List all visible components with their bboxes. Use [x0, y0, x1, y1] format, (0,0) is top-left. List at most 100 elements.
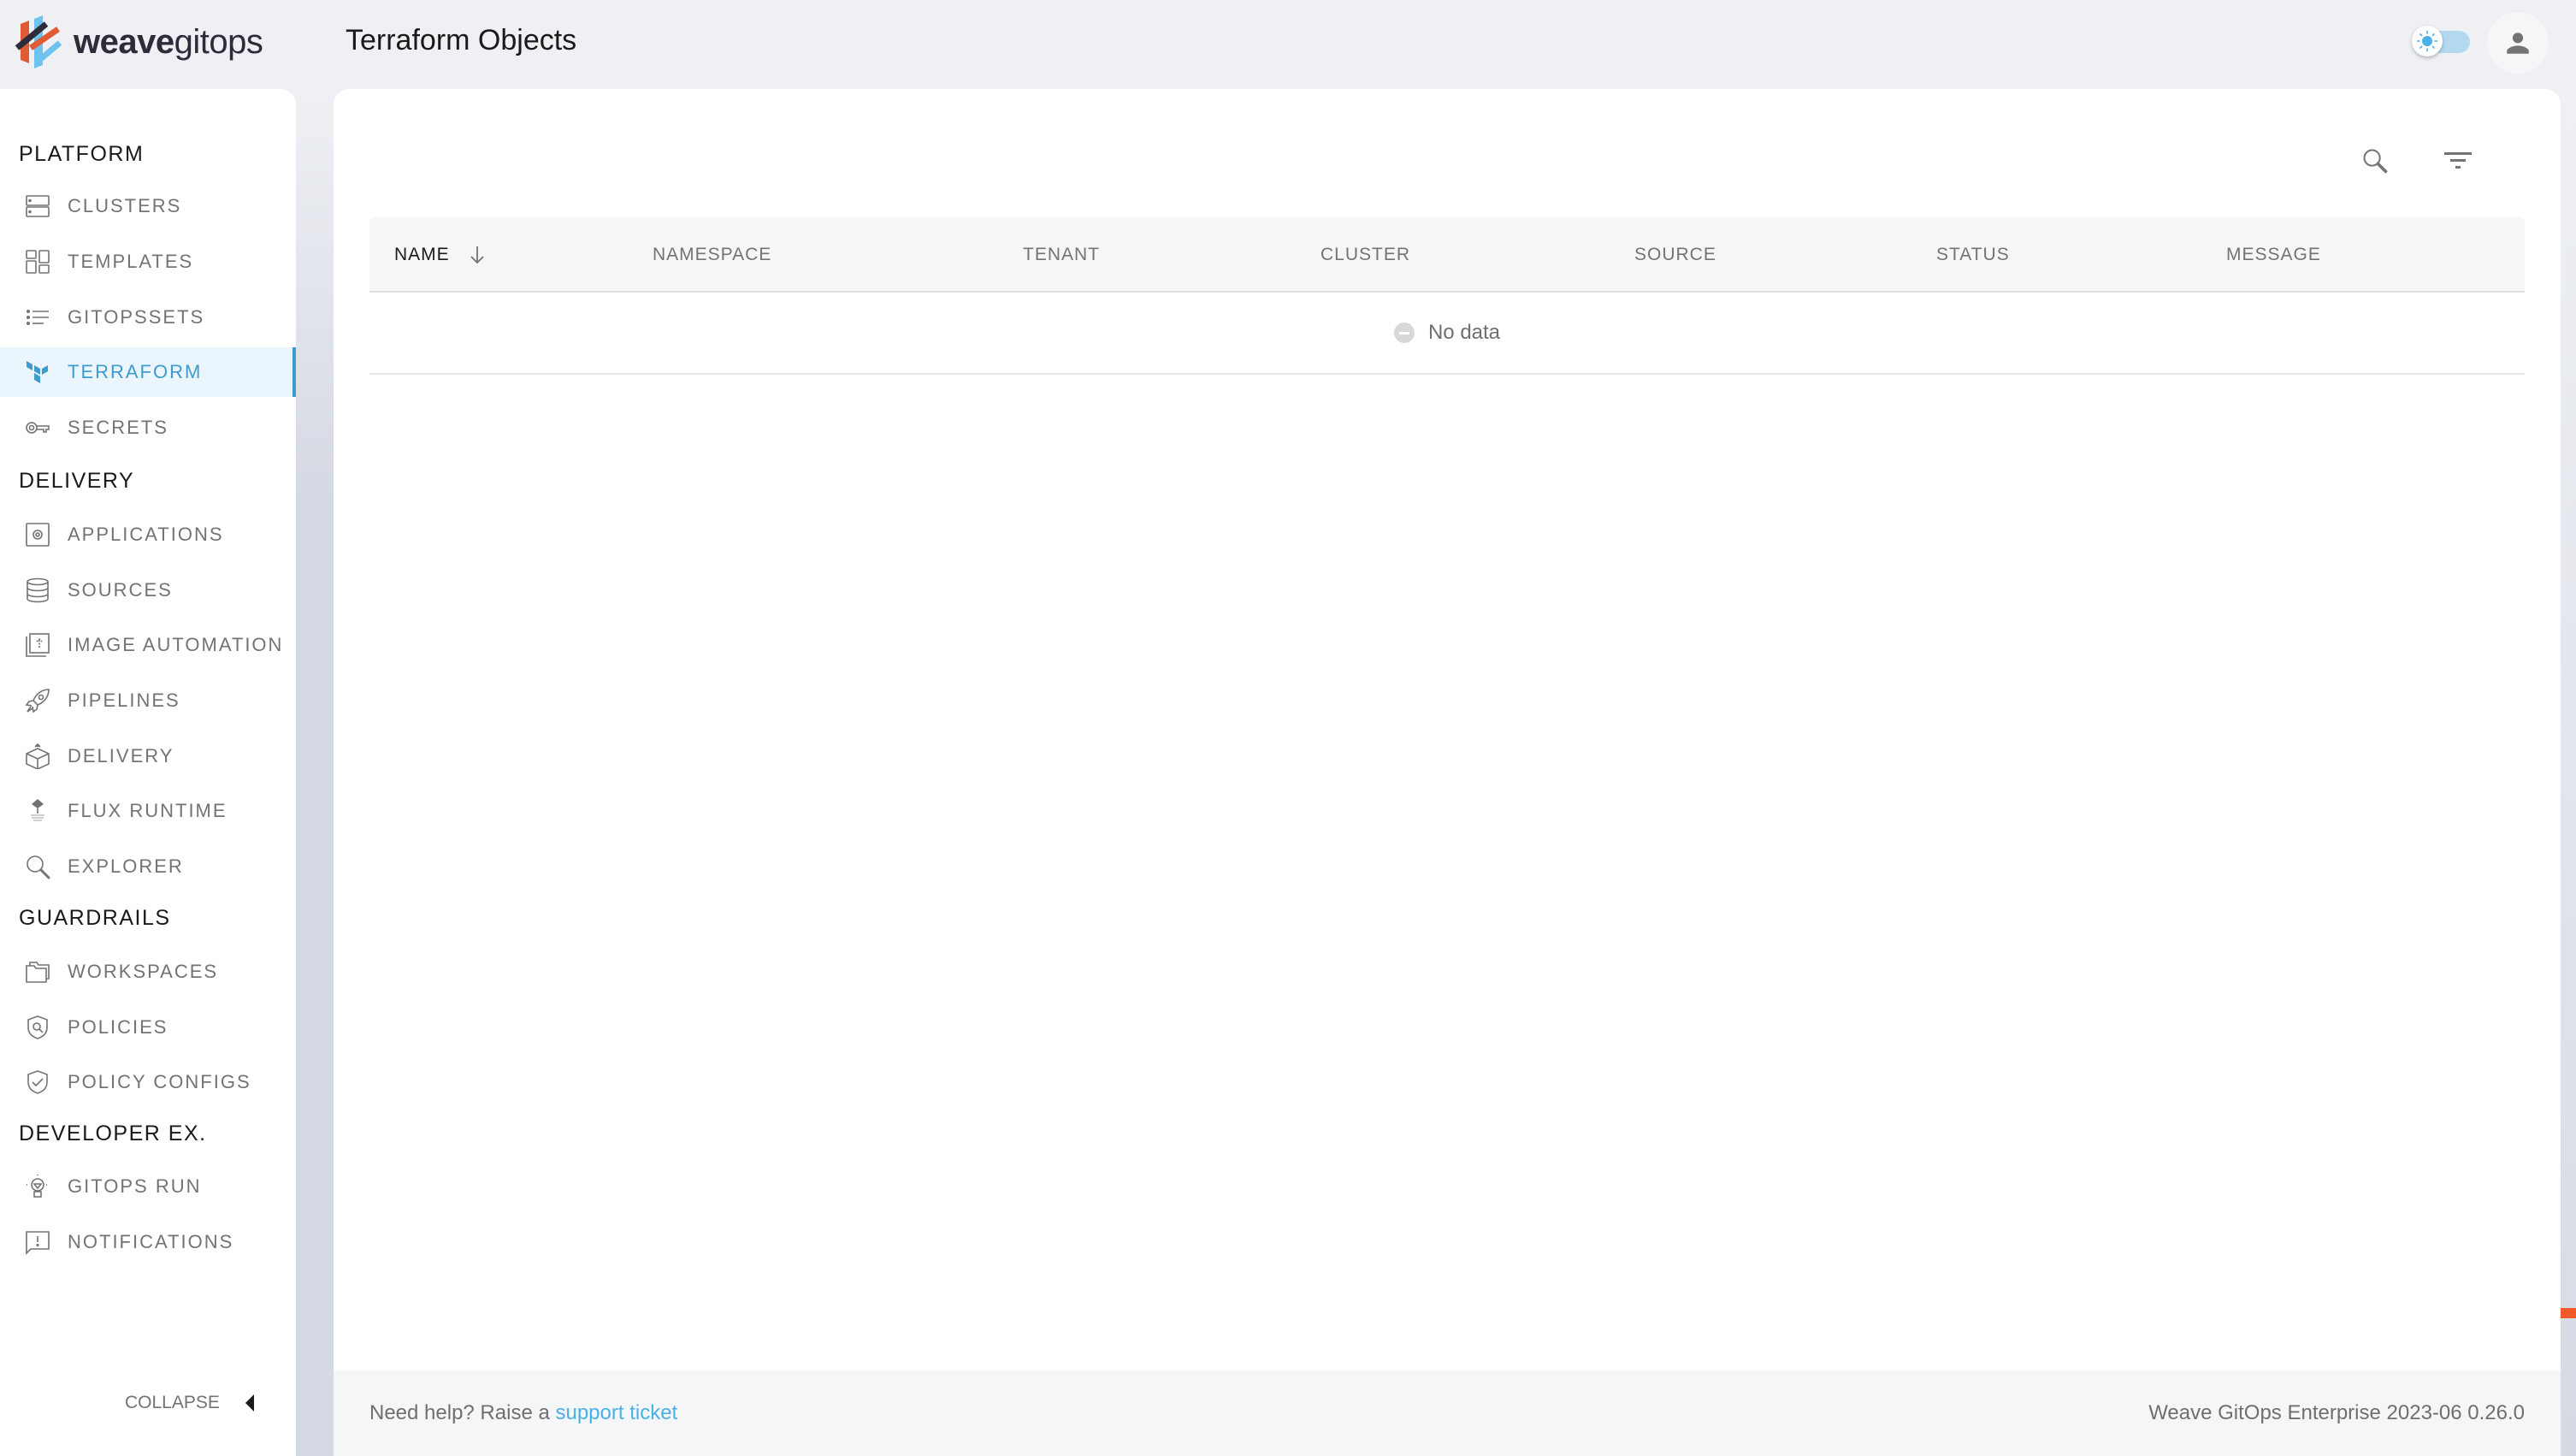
- theme-toggle[interactable]: [2412, 26, 2470, 56]
- background-decoration: [2561, 89, 2576, 1456]
- shield-check-icon: [24, 1068, 51, 1096]
- section-title-delivery: DELIVERY: [19, 469, 135, 493]
- help-text: Need help? Raise a support ticket: [369, 1401, 677, 1425]
- sidebar-item-label: WORKSPACES: [68, 961, 219, 982]
- column-label: STATUS: [1936, 245, 2010, 264]
- sidebar-item-pipelines[interactable]: PIPELINES: [0, 676, 296, 725]
- sidebar-item-delivery[interactable]: DELIVERY: [0, 731, 296, 781]
- clusters-icon: [24, 192, 51, 220]
- terraform-icon: [24, 358, 51, 386]
- footer: Need help? Raise a support ticket Weave …: [334, 1370, 2561, 1456]
- sidebar-item-label: IMAGE AUTOMATION: [68, 634, 284, 655]
- logo-text: weavegitops: [74, 22, 263, 61]
- column-label: CLUSTER: [1320, 245, 1411, 264]
- toggle-thumb: [2412, 26, 2443, 56]
- column-header-cluster[interactable]: CLUSTER: [1320, 217, 1410, 293]
- empty-circle-icon: [1393, 323, 1415, 343]
- sidebar: PLATFORM CLUSTERS TEMPLATES GITOPSSETS T…: [0, 89, 296, 1456]
- sun-icon: [2416, 30, 2438, 52]
- column-header-source[interactable]: SOURCE: [1634, 217, 1716, 293]
- sidebar-item-image-automation[interactable]: IMAGE AUTOMATION: [0, 620, 296, 670]
- table-header: NAME NAMESPACE TENANT CLUSTER SOURCE STA…: [369, 217, 2525, 293]
- sidebar-item-label: CLUSTERS: [68, 195, 182, 216]
- list-icon: [24, 304, 51, 331]
- filter-button[interactable]: [2437, 140, 2479, 181]
- sidebar-item-templates[interactable]: TEMPLATES: [0, 237, 296, 287]
- sidebar-item-policy-configs[interactable]: POLICY CONFIGS: [0, 1057, 296, 1107]
- sidebar-item-gitopssets[interactable]: GITOPSSETS: [0, 293, 296, 342]
- flux-icon: [24, 797, 51, 825]
- sidebar-item-label: EXPLORER: [68, 855, 184, 877]
- section-title-guardrails: GUARDRAILS: [19, 906, 171, 930]
- database-icon: [24, 577, 51, 604]
- search-icon: [24, 853, 51, 880]
- weave-logo-icon: [15, 15, 62, 68]
- search-icon: [2363, 149, 2388, 174]
- sidebar-item-gitops-run[interactable]: GITOPS RUN: [0, 1162, 296, 1211]
- sidebar-item-label: GITOPS RUN: [68, 1175, 202, 1197]
- filter-icon: [2444, 152, 2472, 169]
- notification-icon: [24, 1228, 51, 1256]
- no-data-message: No data: [1393, 321, 1501, 345]
- sidebar-item-secrets[interactable]: SECRETS: [0, 403, 296, 453]
- key-icon: [24, 414, 51, 441]
- lightbulb-icon: [24, 1173, 51, 1200]
- sidebar-item-label: DELIVERY: [68, 745, 174, 766]
- sidebar-item-label: POLICY CONFIGS: [68, 1071, 251, 1092]
- sidebar-item-notifications[interactable]: NOTIFICATIONS: [0, 1217, 296, 1267]
- rocket-icon: [24, 687, 51, 714]
- search-button[interactable]: [2354, 140, 2396, 181]
- column-header-message[interactable]: MESSAGE: [2226, 217, 2321, 293]
- section-title-platform: PLATFORM: [19, 142, 145, 166]
- decoration-accent: [2561, 1308, 2576, 1318]
- help-prefix: Need help? Raise a: [369, 1401, 556, 1424]
- sidebar-item-label: NOTIFICATIONS: [68, 1231, 234, 1252]
- column-header-status[interactable]: STATUS: [1936, 217, 2010, 293]
- sidebar-item-clusters[interactable]: CLUSTERS: [0, 181, 296, 231]
- image-automation-icon: [24, 631, 51, 659]
- page-title: Terraform Objects: [346, 24, 577, 56]
- sidebar-item-label: SOURCES: [68, 579, 173, 601]
- column-label: SOURCE: [1634, 245, 1716, 264]
- sidebar-gap: [296, 89, 334, 1456]
- column-header-tenant[interactable]: TENANT: [1023, 217, 1100, 293]
- column-label: NAME: [394, 245, 450, 264]
- no-data-text: No data: [1427, 321, 1501, 344]
- sidebar-item-policies[interactable]: POLICIES: [0, 1003, 296, 1052]
- chevron-left-icon: [245, 1394, 254, 1412]
- sidebar-item-terraform[interactable]: TERRAFORM: [0, 347, 296, 397]
- sidebar-item-label: SECRETS: [68, 417, 168, 438]
- templates-icon: [24, 248, 51, 275]
- user-account-button[interactable]: [2487, 12, 2549, 74]
- column-label: TENANT: [1023, 245, 1100, 264]
- sidebar-item-label: POLICIES: [68, 1016, 168, 1038]
- table-empty-row: No data: [369, 293, 2525, 375]
- sidebar-item-label: PIPELINES: [68, 690, 180, 711]
- sidebar-item-label: TERRAFORM: [68, 361, 203, 382]
- weave-gitops-logo[interactable]: weavegitops: [12, 15, 263, 68]
- column-label: NAMESPACE: [653, 245, 772, 264]
- account-icon: [2507, 33, 2529, 54]
- section-title-developer-ex: DEVELOPER EX.: [19, 1122, 207, 1145]
- sidebar-item-workspaces[interactable]: WORKSPACES: [0, 947, 296, 997]
- arrow-down-icon[interactable]: [469, 245, 486, 265]
- support-ticket-link[interactable]: support ticket: [555, 1401, 677, 1424]
- version-text: Weave GitOps Enterprise 2023-06 0.26.0: [2148, 1401, 2525, 1424]
- sidebar-item-label: TEMPLATES: [68, 251, 194, 272]
- sidebar-item-label: GITOPSSETS: [68, 306, 205, 328]
- sidebar-item-explorer[interactable]: EXPLORER: [0, 842, 296, 891]
- shield-search-icon: [24, 1014, 51, 1041]
- sidebar-item-applications[interactable]: APPLICATIONS: [0, 510, 296, 559]
- collapse-label: COLLAPSE: [125, 1393, 220, 1412]
- column-label: MESSAGE: [2226, 245, 2321, 264]
- applications-icon: [24, 521, 51, 548]
- terraform-objects-table: NAME NAMESPACE TENANT CLUSTER SOURCE STA…: [369, 217, 2525, 375]
- collapse-sidebar-button[interactable]: COLLAPSE: [125, 1393, 254, 1413]
- sidebar-item-flux-runtime[interactable]: FLUX RUNTIME: [0, 786, 296, 836]
- column-header-namespace[interactable]: NAMESPACE: [653, 217, 771, 293]
- column-header-name[interactable]: NAME: [394, 217, 486, 293]
- sidebar-item-label: FLUX RUNTIME: [68, 800, 227, 821]
- sidebar-item-sources[interactable]: SOURCES: [0, 565, 296, 615]
- sidebar-item-label: APPLICATIONS: [68, 524, 224, 545]
- top-bar: weavegitops Terraform Objects: [0, 0, 2576, 89]
